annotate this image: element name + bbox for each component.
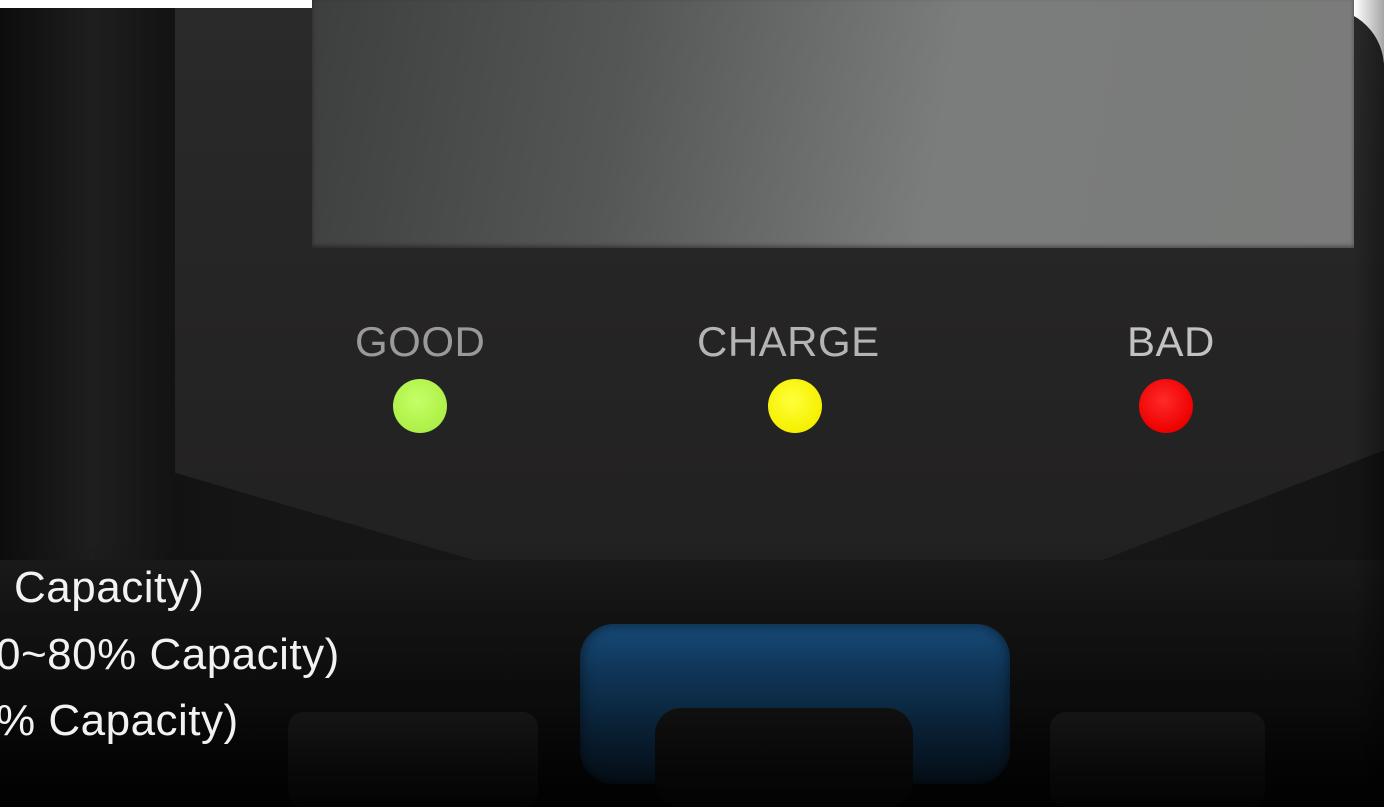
caption-line-2: 0~80% Capacity) [0, 630, 340, 679]
bad-indicator-label: BAD [1127, 318, 1215, 365]
bad-led-icon [1139, 379, 1193, 433]
charge-indicator-label: CHARGE [697, 318, 880, 365]
caption-line-3: % Capacity) [0, 696, 239, 745]
lcd-screen [312, 0, 1354, 248]
good-indicator-label: GOOD [355, 318, 486, 365]
good-led-icon [393, 379, 447, 433]
right-button [1050, 712, 1265, 807]
caption-line-1: Capacity) [14, 563, 205, 612]
right-edge-shadow [1354, 0, 1384, 807]
charge-led-icon [768, 379, 822, 433]
left-button [288, 712, 538, 807]
center-button-inner [655, 708, 913, 807]
